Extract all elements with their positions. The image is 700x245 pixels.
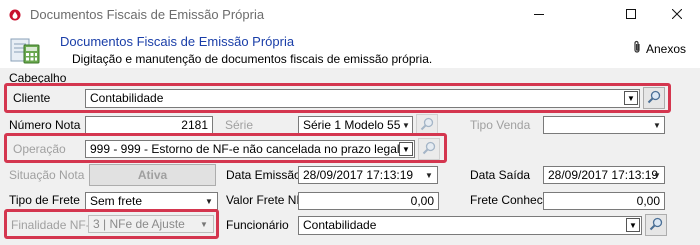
funcionario-search-button[interactable] — [645, 214, 667, 236]
search-icon — [422, 141, 436, 158]
maximize-icon — [626, 8, 636, 22]
anexos-button[interactable]: Anexos — [632, 40, 686, 57]
minimize-button[interactable] — [516, 0, 562, 30]
frete-conhec-label: Frete Conhec. — [470, 193, 547, 207]
frete-conhec-input[interactable]: 0,00 — [543, 192, 665, 210]
chevron-down-icon[interactable]: ▼ — [650, 117, 664, 133]
close-icon — [671, 8, 683, 22]
cliente-search-button[interactable] — [643, 87, 665, 109]
window-title: Documentos Fiscais de Emissão Própria — [30, 7, 265, 22]
situacao-nota-label: Situação Nota — [9, 168, 85, 182]
tipo-frete-label: Tipo de Frete — [9, 193, 80, 207]
page-title: Documentos Fiscais de Emissão Própria — [60, 34, 295, 49]
app-drop-icon — [9, 9, 21, 21]
valor-frete-nf-label: Valor Frete NF — [226, 193, 304, 207]
data-saida-label: Data Saída — [470, 168, 531, 182]
tipo-venda-label: Tipo Venda — [470, 118, 531, 132]
chevron-down-icon[interactable]: ▼ — [626, 218, 640, 232]
serie-label: Série — [225, 118, 254, 132]
minimize-icon — [534, 8, 544, 22]
chevron-down-icon[interactable]: ▼ — [650, 167, 664, 183]
data-emissao-label: Data Emissão — [226, 168, 301, 182]
situacao-ativa-button[interactable]: Ativa — [89, 164, 216, 186]
operacao-search-button[interactable] — [418, 138, 440, 160]
chevron-down-icon[interactable]: ▼ — [197, 216, 211, 232]
data-saida-input[interactable]: 28/09/2017 17:13:19 — [543, 166, 665, 184]
anexos-label: Anexos — [646, 41, 687, 56]
maximize-button[interactable] — [608, 0, 654, 30]
numero-nota-input[interactable]: 2181 — [85, 116, 213, 134]
paperclip-icon — [632, 40, 642, 57]
search-icon — [420, 117, 434, 134]
operacao-label: Operação — [13, 142, 66, 156]
numero-nota-label: Número Nota — [9, 118, 81, 132]
tipo-venda-select[interactable] — [543, 116, 665, 134]
data-emissao-input[interactable]: 28/09/2017 17:13:19 — [298, 166, 438, 184]
document-calculator-icon — [10, 36, 42, 64]
cliente-label: Cliente — [13, 91, 51, 105]
search-icon — [647, 90, 661, 107]
page-subtitle: Digitação e manutenção de documentos fis… — [72, 52, 433, 66]
chevron-down-icon[interactable]: ▼ — [624, 91, 638, 105]
finalidade-select[interactable]: 3 | NFe de Ajuste — [88, 215, 214, 233]
valor-frete-nf-input[interactable]: 0,00 — [298, 192, 439, 210]
funcionario-select[interactable]: Contabilidade — [298, 216, 642, 235]
tipo-frete-select[interactable]: Sem frete — [85, 192, 218, 210]
cliente-select[interactable]: Contabilidade — [85, 89, 640, 108]
operacao-select[interactable]: 999 - 999 - Estorno de NF-e não cancelad… — [85, 140, 415, 158]
funcionario-label: Funcionário — [226, 218, 289, 232]
serie-select[interactable]: Série 1 Modelo 55 — [298, 116, 413, 134]
chevron-down-icon[interactable]: ▼ — [399, 117, 413, 133]
chevron-down-icon[interactable]: ▼ — [202, 193, 216, 209]
close-button[interactable] — [654, 0, 700, 30]
chevron-down-icon[interactable]: ▼ — [399, 142, 413, 156]
search-icon — [649, 217, 663, 234]
finalidade-label: Finalidade NF-e — [11, 218, 97, 232]
chevron-down-icon[interactable]: ▼ — [422, 167, 436, 183]
